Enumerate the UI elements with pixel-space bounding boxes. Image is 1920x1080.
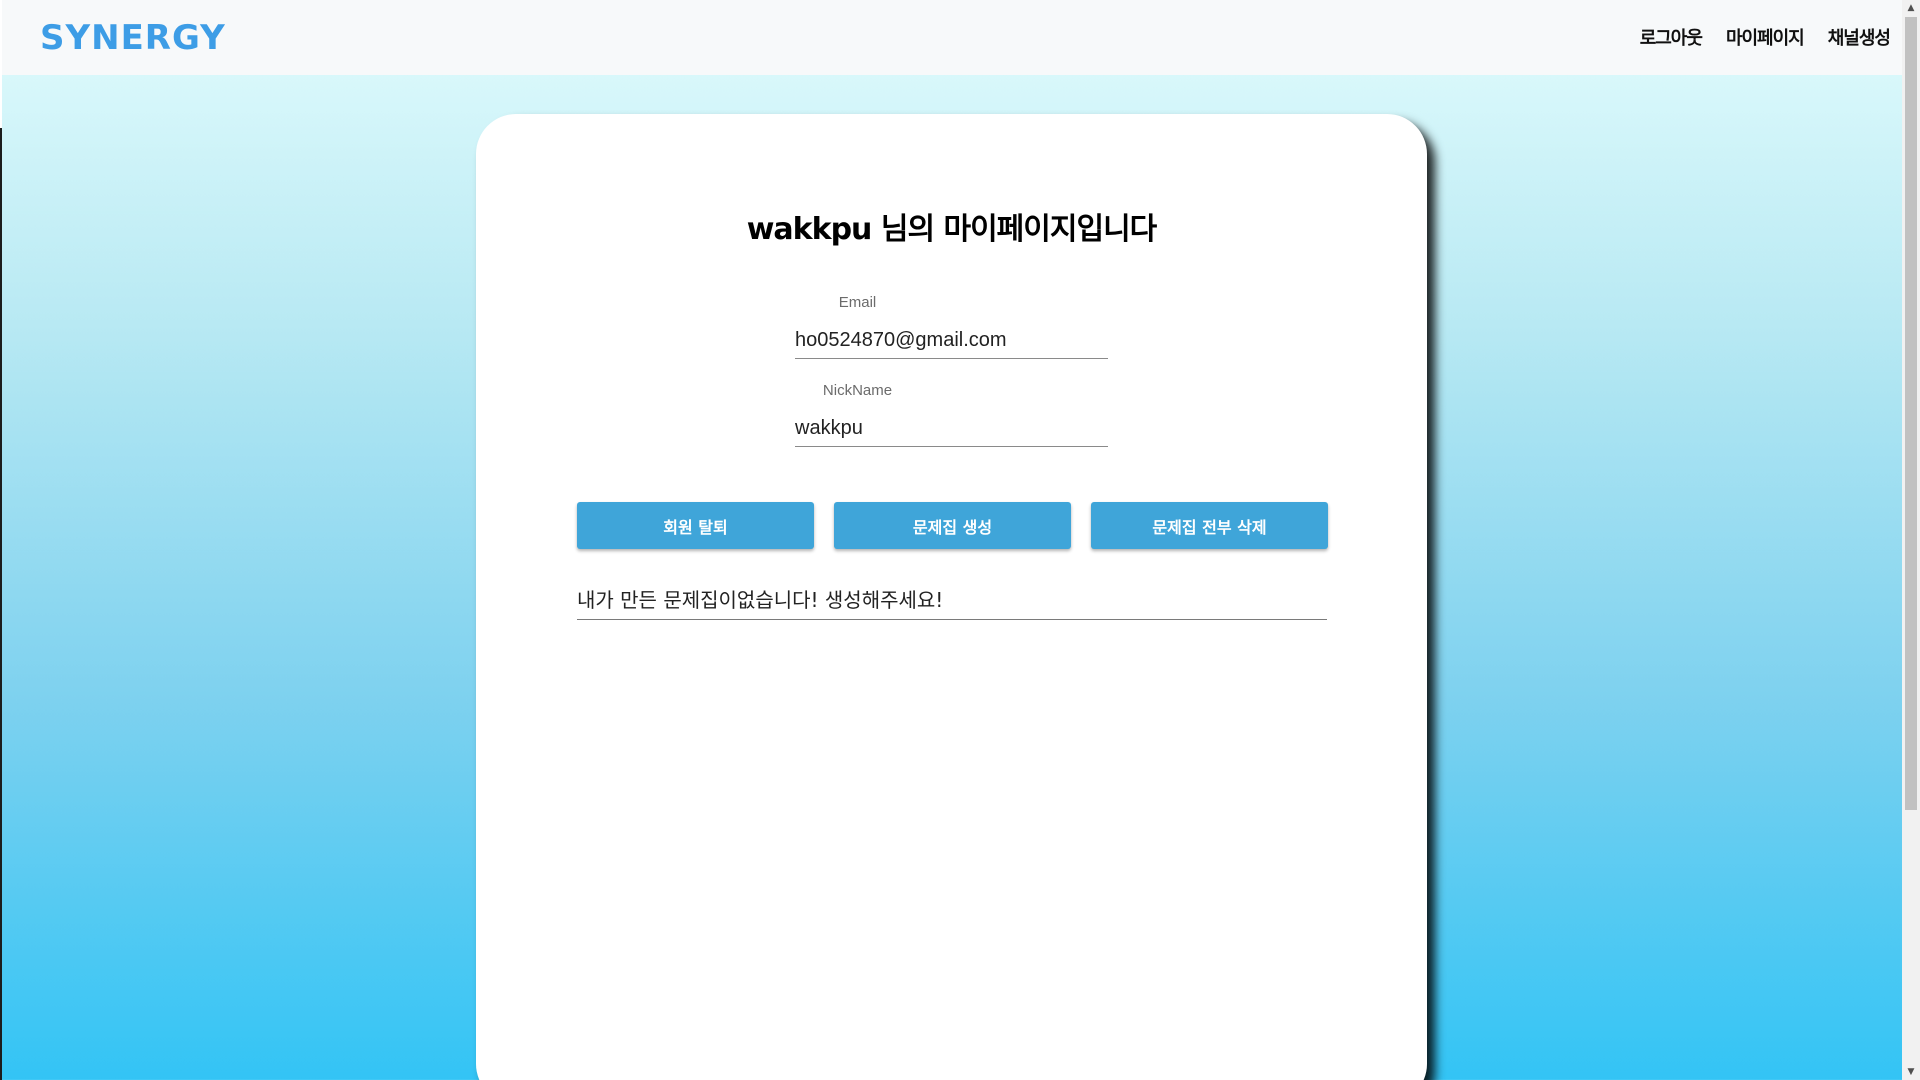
delete-all-problem-sets-button[interactable]: 문제집 전부 삭제 [1091,502,1328,549]
mypage-card: wakkpu 님의 마이페이지입니다 Email ho0524870@gmail… [476,114,1427,1080]
nav-mypage[interactable]: 마이페이지 [1726,24,1805,50]
nav-create-channel[interactable]: 채널생성 [1828,24,1891,50]
top-nav: 로그아웃 마이페이지 채널생성 [1640,24,1891,50]
email-field: Email ho0524870@gmail.com [795,294,1108,359]
scroll-down-arrow-icon[interactable]: ▼ [1902,1064,1920,1080]
nickname-label: NickName [822,382,893,399]
synergy-logo[interactable]: SYNERGY [40,18,226,58]
empty-problem-set-message: 내가 만든 문제집이없습니다! 생성해주세요! [577,584,1327,620]
scroll-thumb[interactable] [1905,17,1917,810]
scroll-up-arrow-icon[interactable]: ▲ [1902,0,1920,16]
nickname-value: wakkpu [795,417,1108,447]
page-title: wakkpu 님의 마이페이지입니다 [746,212,1158,247]
email-value: ho0524870@gmail.com [795,329,1108,359]
withdraw-button[interactable]: 회원 탈퇴 [577,502,814,549]
nickname-field: NickName wakkpu [795,382,1108,447]
window-left-edge [0,0,2,1080]
create-problem-set-button[interactable]: 문제집 생성 [834,502,1071,549]
email-label: Email [838,294,877,311]
nav-logout[interactable]: 로그아웃 [1640,24,1703,50]
vertical-scrollbar[interactable]: ▲ ▼ [1902,0,1920,1080]
action-buttons: 회원 탈퇴 문제집 생성 문제집 전부 삭제 [577,502,1328,549]
top-header: SYNERGY 로그아웃 마이페이지 채널생성 [2,0,1902,75]
